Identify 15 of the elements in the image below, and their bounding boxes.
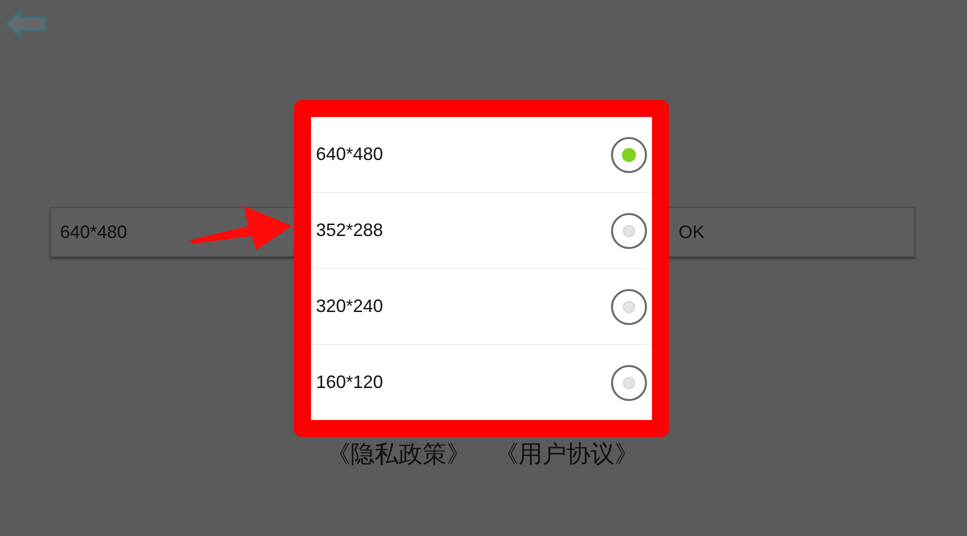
resolution-option[interactable]: 320*240 (311, 269, 652, 345)
pointer-arrow-icon (188, 204, 294, 252)
field-value: 640*480 (60, 220, 128, 244)
radio-button[interactable] (611, 364, 647, 400)
option-label: 320*240 (316, 295, 384, 318)
radio-button[interactable] (611, 288, 647, 324)
back-arrow-icon (5, 8, 47, 40)
option-label: 640*480 (316, 143, 384, 166)
resolution-option[interactable]: 352*288 (311, 193, 652, 269)
radio-button[interactable] (611, 212, 647, 248)
option-label: 352*288 (316, 219, 384, 242)
resolution-option[interactable]: 160*120 (311, 345, 652, 420)
option-label: 160*120 (316, 371, 384, 394)
radio-button[interactable] (611, 136, 647, 172)
resolution-option[interactable]: 640*480 (311, 117, 652, 193)
